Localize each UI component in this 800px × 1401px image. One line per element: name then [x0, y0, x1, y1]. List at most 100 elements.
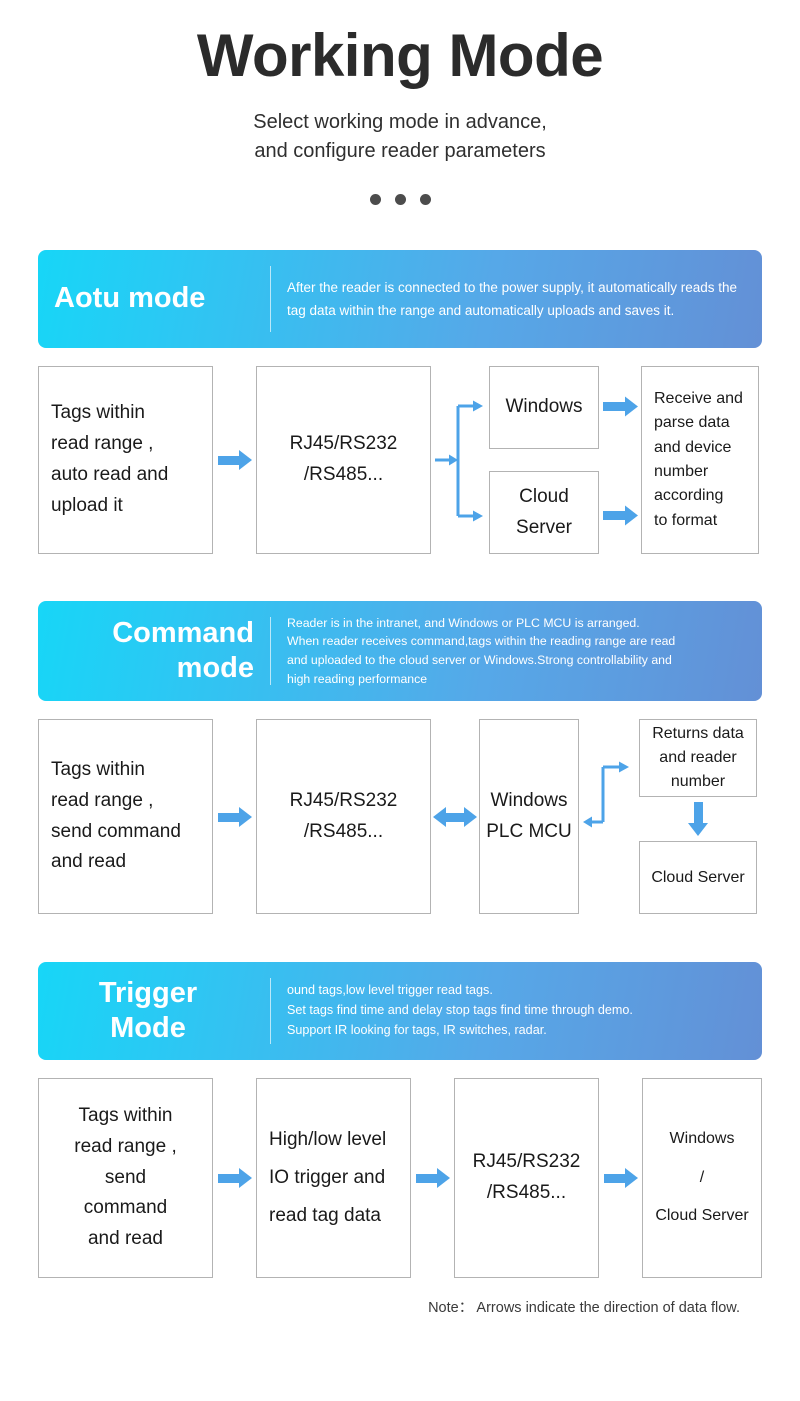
- banner-title-command-mode: Command mode: [38, 616, 270, 687]
- subtitle-line-1: Select working mode in advance,: [253, 111, 547, 133]
- flow-box-line: send: [104, 1166, 147, 1188]
- arrow-cell: [213, 1078, 256, 1278]
- separator-dot-icon: [369, 194, 381, 205]
- flow-diagram-command-mode: Tags within read range , send command an…: [38, 719, 762, 914]
- flow-box-line: High/low level: [269, 1129, 387, 1150]
- flow-diagram-auto-mode: Tags within read range , auto read and u…: [38, 366, 762, 554]
- flow-box-line: /: [699, 1168, 705, 1186]
- flow-box-windows-plc: Windows PLC MCU: [479, 719, 579, 914]
- flow-box-windows-cloud: Windows / Cloud Server: [642, 1078, 762, 1278]
- flow-box-cloud-server: Cloud Server: [489, 471, 599, 554]
- flow-box-line: Server: [516, 516, 572, 538]
- separator-dot-icon: [419, 194, 431, 205]
- flow-box-line: read range ,: [74, 1135, 177, 1157]
- banner-command-mode: Command mode Reader is in the intranet, …: [38, 601, 762, 701]
- page-title: Working Mode: [196, 22, 604, 89]
- flow-box-line: Cloud: [519, 485, 569, 507]
- flow-box-line: Tags within: [51, 758, 145, 780]
- arrow-right-icon: [217, 806, 252, 827]
- arrow-cell: [599, 366, 641, 554]
- banner-desc-line: ound tags,low level trigger read tags.: [287, 983, 493, 998]
- banner-title-line: Command: [112, 616, 254, 649]
- arrow-bidirectional-icon: [433, 806, 477, 827]
- page-header: Working Mode Select working mode in adva…: [0, 0, 800, 205]
- flow-box-line: Cloud Server: [655, 1207, 749, 1225]
- banner-title-line: mode: [176, 652, 254, 684]
- flow-box-line: PLC MCU: [486, 820, 572, 842]
- dot-separator: [0, 194, 800, 205]
- arrow-right-icon: [603, 396, 638, 526]
- banner-title-line: Mode: [110, 1012, 186, 1044]
- flow-box-line: number: [670, 773, 726, 790]
- flow-box-line: and reader: [659, 749, 737, 766]
- section-auto-mode: Aotu mode After the reader is connected …: [38, 250, 762, 554]
- banner-desc-line: When reader receives command,tags within…: [287, 634, 676, 649]
- flow-box-line: Tags within: [78, 1105, 173, 1127]
- banner-description-auto-mode: After the reader is connected to the pow…: [287, 279, 737, 318]
- arrow-cell: [213, 366, 256, 554]
- banner-description-trigger-mode: ound tags,low level trigger read tags. S…: [271, 981, 647, 1041]
- banner-title-auto-mode: Aotu mode: [54, 282, 206, 315]
- flow-box-cloud-server: Cloud Server: [639, 841, 757, 914]
- flow-box-line: RJ45/RS232: [289, 433, 398, 455]
- flow-box-line: to format: [654, 511, 718, 529]
- flow-box-line: according: [654, 487, 724, 505]
- flow-box-line: auto read and: [51, 464, 169, 485]
- flow-box-line: Cloud Server: [651, 868, 745, 886]
- flow-box-interface: RJ45/RS232 /RS485...: [454, 1078, 599, 1278]
- branch-arrow-icon: [435, 400, 483, 522]
- return-arrow-icon: [583, 761, 629, 828]
- flow-box-line: and device: [654, 438, 732, 456]
- flow-box-interface: RJ45/RS232 /RS485...: [256, 719, 431, 914]
- subtitle-line-2: and configure reader parameters: [254, 140, 546, 162]
- flow-box-line: Windows: [669, 1130, 735, 1148]
- flow-box-line: Windows: [490, 789, 568, 811]
- banner-desc-line: Support IR looking for tags, IR switches…: [287, 1022, 547, 1037]
- flow-box-line: parse data: [654, 414, 730, 432]
- flow-box-tags-in-range: Tags within read range , send command an…: [38, 719, 213, 914]
- flow-box-line: command: [83, 1197, 168, 1219]
- flow-box-line: send command: [51, 820, 181, 842]
- arrow-cell: [213, 719, 256, 914]
- banner-desc-line: Set tags find time and delay stop tags f…: [287, 1003, 633, 1018]
- flow-box-interface: RJ45/RS232 /RS485...: [256, 366, 431, 554]
- arrow-cell: [411, 1078, 454, 1278]
- flow-box-line: Receive and: [654, 390, 743, 408]
- flow-box-line: RJ45/RS232: [289, 789, 398, 811]
- banner-title-trigger-mode: Trigger Mode: [38, 976, 270, 1047]
- banner-trigger-mode: Trigger Mode ound tags,low level trigger…: [38, 962, 762, 1060]
- flow-box-line: and read: [87, 1228, 163, 1250]
- arrow-cell: [599, 1078, 642, 1278]
- branch-connector: [431, 366, 489, 554]
- flow-box-line: and read: [51, 851, 127, 873]
- footer-note: Note： Arrows indicate the direction of d…: [428, 1300, 740, 1316]
- flow-box-windows: Windows: [489, 366, 599, 449]
- flow-box-line: /RS485...: [303, 464, 384, 485]
- arrow-right-icon: [217, 1168, 252, 1188]
- flow-box-line: read range ,: [51, 433, 154, 455]
- branch-box-group: Windows Cloud Server: [489, 366, 599, 554]
- flow-box-line: IO trigger and: [269, 1167, 386, 1188]
- flow-box-line: read tag data: [269, 1205, 381, 1226]
- banner-desc-line: and uploaded to the cloud server or Wind…: [287, 653, 672, 667]
- section-command-mode: Command mode Reader is in the intranet, …: [38, 601, 762, 914]
- flow-box-line: number: [654, 463, 709, 480]
- separator-dot-icon: [394, 194, 406, 205]
- arrow-right-icon: [415, 1168, 450, 1188]
- flow-box-line: Tags within: [51, 402, 145, 424]
- flow-box-io-trigger: High/low level IO trigger and read tag d…: [256, 1078, 411, 1278]
- page-subtitle: Select working mode in advance, and conf…: [0, 108, 800, 166]
- arrow-right-icon: [217, 450, 252, 470]
- flow-box-line: upload it: [51, 494, 123, 516]
- flow-box-tags-in-range: Tags within read range , send command an…: [38, 1078, 213, 1278]
- arrow-right-icon: [603, 1168, 638, 1188]
- flow-box-line: /RS485...: [303, 820, 384, 842]
- flow-box-line: Returns data: [652, 725, 744, 742]
- return-connector: [579, 719, 639, 914]
- flow-diagram-trigger-mode: Tags within read range , send command an…: [38, 1078, 762, 1278]
- banner-title-line: Trigger: [98, 976, 198, 1009]
- flow-box-returns-data: Returns data and reader number: [639, 719, 757, 797]
- banner-description-command-mode: Reader is in the intranet, and Windows o…: [271, 614, 689, 689]
- arrow-cell: [431, 719, 479, 914]
- flow-box-line: Windows: [505, 396, 583, 418]
